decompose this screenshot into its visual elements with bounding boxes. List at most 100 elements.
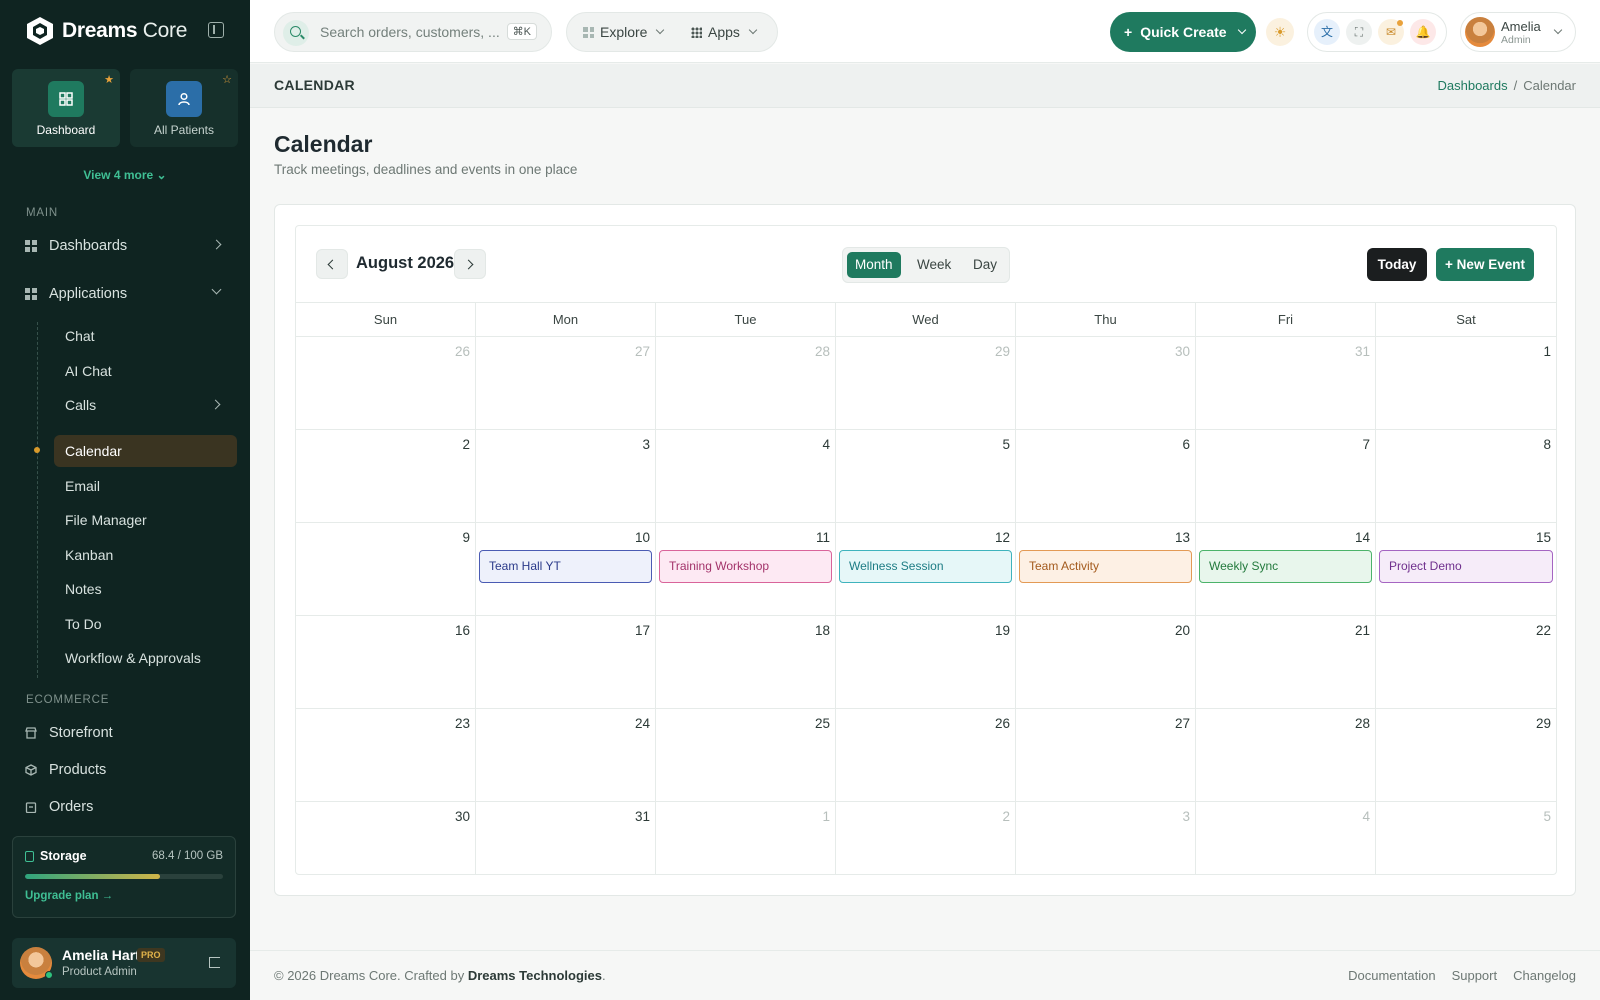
theme-toggle-sun-icon[interactable]: ☀	[1266, 18, 1294, 46]
sidebar-toggle-icon[interactable]	[208, 22, 224, 38]
today-button[interactable]: Today	[1367, 248, 1427, 281]
sidebar-item-applications[interactable]: Applications	[12, 279, 236, 309]
day-cell[interactable]: 28	[656, 337, 836, 430]
brand[interactable]: Dreams Core	[26, 16, 187, 46]
calendar-event[interactable]: Weekly Sync	[1199, 550, 1372, 583]
day-cell[interactable]: 27	[1016, 709, 1196, 802]
footer: © 2026 Dreams Core. Crafted by Dreams Te…	[250, 950, 1600, 1000]
day-cell[interactable]: 6	[1016, 430, 1196, 523]
quick-tile-dashboard[interactable]: ★ Dashboard	[12, 69, 120, 147]
day-cell[interactable]: 11 Training Workshop	[656, 523, 836, 616]
footer-link-documentation[interactable]: Documentation	[1348, 968, 1435, 983]
day-cell[interactable]: 16	[296, 616, 476, 709]
day-cell[interactable]: 25	[656, 709, 836, 802]
sidebar-item-label: Products	[49, 762, 107, 778]
day-cell[interactable]: 22	[1376, 616, 1556, 709]
day-cell[interactable]: 5	[836, 430, 1016, 523]
day-cell[interactable]: 30	[296, 802, 476, 874]
quick-tile-all-patients[interactable]: ☆ All Patients	[130, 69, 238, 147]
translate-icon[interactable]: 文	[1314, 19, 1340, 45]
calendar-event[interactable]: Project Demo	[1379, 550, 1553, 583]
sidebar-user-card[interactable]: Amelia Hart PRO Product Admin	[12, 938, 236, 988]
day-cell[interactable]: 1	[656, 802, 836, 874]
day-cell[interactable]: 28	[1196, 709, 1376, 802]
day-cell[interactable]: 8	[1376, 430, 1556, 523]
day-cell[interactable]: 21	[1196, 616, 1376, 709]
logout-icon[interactable]	[209, 957, 220, 968]
day-cell[interactable]: 5	[1376, 802, 1556, 874]
footer-link-support[interactable]: Support	[1452, 968, 1498, 983]
day-cell[interactable]: 23	[296, 709, 476, 802]
view-day-button[interactable]: Day	[965, 252, 1005, 278]
sidebar-item-workflow[interactable]: Workflow & Approvals	[54, 642, 237, 674]
sidebar-item-orders[interactable]: Orders	[12, 792, 236, 822]
upgrade-plan-link[interactable]: Upgrade plan →	[25, 890, 113, 902]
day-cell[interactable]: 31	[476, 802, 656, 874]
view-month-button[interactable]: Month	[847, 252, 901, 278]
day-cell[interactable]: 1	[1376, 337, 1556, 430]
next-month-button[interactable]	[454, 249, 486, 279]
calendar-event[interactable]: Wellness Session	[839, 550, 1012, 583]
day-cell[interactable]: 19	[836, 616, 1016, 709]
day-cell[interactable]: 30	[1016, 337, 1196, 430]
sidebar-item-email[interactable]: Email	[54, 470, 237, 502]
day-cell[interactable]: 10 Team Hall YT	[476, 523, 656, 616]
apps-menu[interactable]: Apps	[691, 24, 758, 40]
calendar-event[interactable]: Team Activity	[1019, 550, 1192, 583]
day-cell[interactable]: 14 Weekly Sync	[1196, 523, 1376, 616]
day-cell[interactable]: 26	[836, 709, 1016, 802]
new-event-button[interactable]: + New Event	[1436, 248, 1534, 281]
sidebar-item-storefront[interactable]: Storefront	[12, 718, 236, 748]
day-cell[interactable]: 13 Team Activity	[1016, 523, 1196, 616]
day-cell[interactable]: 2	[296, 430, 476, 523]
day-cell[interactable]: 4	[1196, 802, 1376, 874]
bell-icon[interactable]: 🔔	[1410, 19, 1436, 45]
day-cell[interactable]: 24	[476, 709, 656, 802]
search-input[interactable]: Search orders, customers, ... ⌘K	[274, 12, 552, 52]
day-cell[interactable]: 9	[296, 523, 476, 616]
explore-menu[interactable]: Explore	[583, 24, 665, 40]
sidebar-item-dashboards[interactable]: Dashboards	[12, 231, 236, 261]
sidebar-item-chat[interactable]: Chat	[54, 320, 237, 352]
star-outline-icon[interactable]: ☆	[222, 73, 232, 86]
breadcrumb-separator: /	[1513, 78, 1518, 93]
copyright: © 2026 Dreams Core. Crafted by Dreams Te…	[274, 968, 606, 983]
calendar-event[interactable]: Team Hall YT	[479, 550, 652, 583]
quick-create-button[interactable]: + Quick Create	[1110, 12, 1256, 52]
prev-month-button[interactable]	[316, 249, 348, 279]
profile-menu[interactable]: Amelia Admin	[1460, 12, 1576, 52]
sidebar-item-file-manager[interactable]: File Manager	[54, 504, 237, 536]
day-cell[interactable]: 31	[1196, 337, 1376, 430]
view-week-button[interactable]: Week	[909, 252, 959, 278]
view-more-link[interactable]: View 4 more ⌄	[0, 168, 250, 182]
calendar-event[interactable]: Training Workshop	[659, 550, 832, 583]
sidebar-item-ai-chat[interactable]: AI Chat	[54, 355, 237, 387]
breadcrumb-link-dashboards[interactable]: Dashboards	[1438, 78, 1508, 93]
star-icon[interactable]: ★	[104, 73, 114, 86]
chevron-down-icon	[748, 25, 758, 35]
fullscreen-icon[interactable]: ⛶	[1346, 19, 1372, 45]
day-cell[interactable]: 3	[1016, 802, 1196, 874]
day-cell[interactable]: 27	[476, 337, 656, 430]
day-cell[interactable]: 18	[656, 616, 836, 709]
day-cell[interactable]: 4	[656, 430, 836, 523]
sidebar-item-kanban[interactable]: Kanban	[54, 539, 237, 571]
day-cell[interactable]: 26	[296, 337, 476, 430]
day-cell[interactable]: 29	[836, 337, 1016, 430]
day-number: 29	[994, 344, 1010, 359]
day-cell[interactable]: 7	[1196, 430, 1376, 523]
day-cell[interactable]: 20	[1016, 616, 1196, 709]
day-cell[interactable]: 12 Wellness Session	[836, 523, 1016, 616]
sidebar-item-calendar[interactable]: Calendar	[54, 435, 237, 467]
footer-link-changelog[interactable]: Changelog	[1513, 968, 1576, 983]
sidebar-item-notes[interactable]: Notes	[54, 573, 237, 605]
day-cell[interactable]: 15 Project Demo	[1376, 523, 1556, 616]
day-cell[interactable]: 3	[476, 430, 656, 523]
sidebar-item-calls[interactable]: Calls	[54, 389, 237, 421]
day-cell[interactable]: 2	[836, 802, 1016, 874]
copyright-brand[interactable]: Dreams Technologies	[468, 968, 602, 983]
sidebar-item-products[interactable]: Products	[12, 755, 236, 785]
sidebar-item-todo[interactable]: To Do	[54, 608, 237, 640]
day-cell[interactable]: 17	[476, 616, 656, 709]
day-cell[interactable]: 29	[1376, 709, 1556, 802]
